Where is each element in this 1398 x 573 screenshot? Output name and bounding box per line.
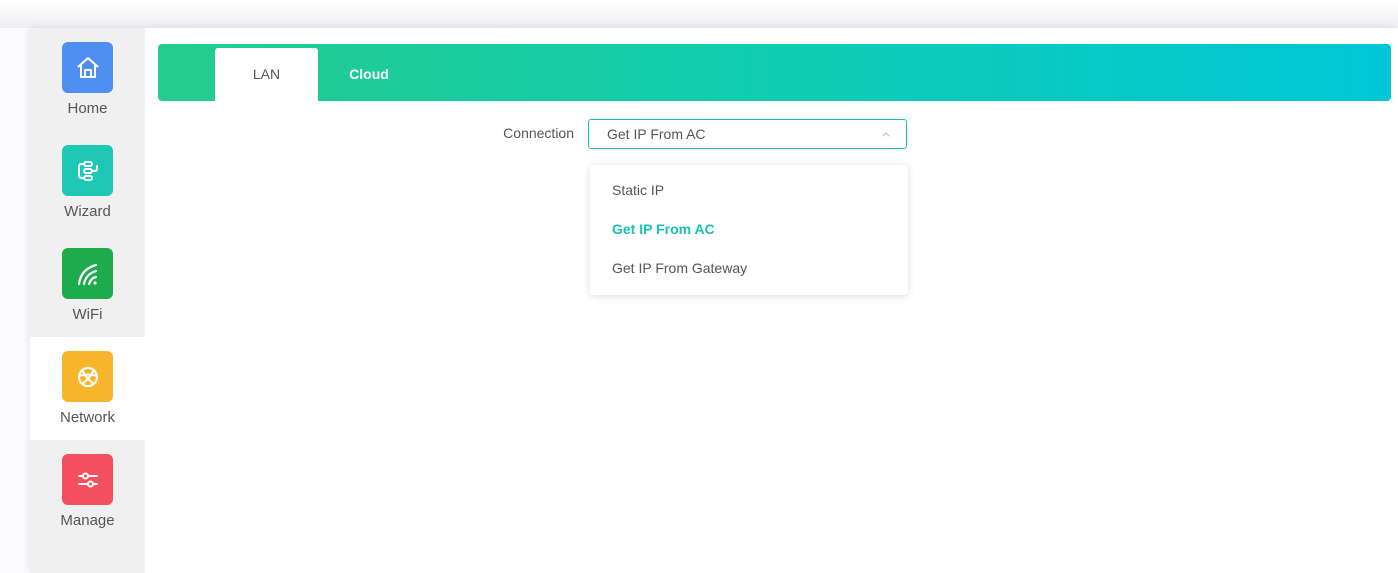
connection-select-value: Get IP From AC	[607, 126, 706, 142]
sidebar-item-wifi[interactable]: WiFi	[30, 234, 145, 337]
connection-dropdown: Static IP Get IP From AC Get IP From Gat…	[590, 165, 908, 295]
content-frame	[30, 28, 1398, 573]
top-shade	[0, 0, 1398, 28]
option-get-ip-from-ac[interactable]: Get IP From AC	[590, 210, 908, 248]
sidebar-item-label: Wizard	[64, 203, 111, 220]
option-static-ip[interactable]: Static IP	[590, 171, 908, 209]
chevron-up-icon	[882, 132, 890, 137]
connection-select[interactable]: Get IP From AC	[588, 119, 907, 149]
header-tab-bar: LAN Cloud	[158, 44, 1391, 101]
wifi-icon	[62, 248, 113, 299]
sidebar-item-wizard[interactable]: Wizard	[30, 131, 145, 234]
sidebar-item-label: Manage	[60, 512, 115, 529]
sliders-icon	[62, 454, 113, 505]
app-page: Home Wizard WiFi Network Manage LAN Clou…	[0, 0, 1398, 573]
connection-label: Connection	[503, 125, 574, 141]
sidebar-item-label: Network	[59, 409, 115, 426]
wizard-icon	[62, 145, 113, 196]
sidebar-item-network[interactable]: Network	[30, 337, 145, 440]
sidebar-item-label: WiFi	[72, 306, 103, 323]
sidebar-item-home[interactable]: Home	[30, 28, 145, 131]
tab-lan[interactable]: LAN	[215, 48, 318, 101]
globe-icon	[62, 351, 113, 402]
tab-cloud[interactable]: Cloud	[328, 48, 410, 101]
sidebar-item-label: Home	[67, 100, 108, 117]
option-get-ip-from-gateway[interactable]: Get IP From Gateway	[590, 249, 908, 287]
home-icon	[62, 42, 113, 93]
sidebar-item-manage[interactable]: Manage	[30, 440, 145, 543]
sidebar: Home Wizard WiFi Network Manage	[30, 28, 145, 573]
